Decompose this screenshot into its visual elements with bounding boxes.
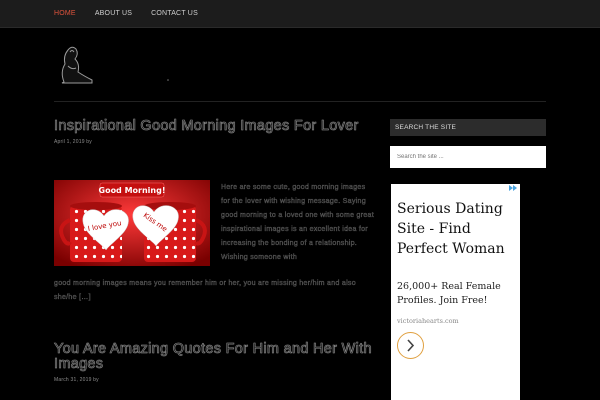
ad-url[interactable]: victoriahearts.com: [397, 317, 459, 325]
post-title[interactable]: You Are Amazing Quotes For Him and Her W…: [54, 341, 374, 372]
nav-item-about-us[interactable]: ABOUT US: [95, 0, 132, 27]
header-divider: [54, 101, 546, 102]
ad-choices-icon[interactable]: [508, 185, 518, 191]
nav-item-contact-us[interactable]: CONTACT US: [151, 0, 198, 27]
post-thumbnail[interactable]: Good Morning! I love you Kiss me: [54, 180, 210, 266]
nav-item-home[interactable]: HOME: [54, 0, 76, 27]
site-logo[interactable]: [56, 42, 170, 86]
post-title[interactable]: Inspirational Good Morning Images For Lo…: [54, 118, 374, 134]
post-meta: April 1, 2019 by: [54, 139, 92, 145]
search-widget-title: SEARCH THE SITE: [390, 119, 546, 136]
post-article: You Are Amazing Quotes For Him and Her W…: [54, 341, 374, 383]
post-excerpt-continued: good morning images means you remember h…: [54, 280, 356, 301]
ad-headline[interactable]: Serious Dating Site - Find Perfect Woman: [397, 199, 517, 259]
sidebar: SEARCH THE SITE: [390, 119, 546, 168]
search-input[interactable]: [390, 146, 546, 168]
top-navigation: HOME ABOUT US CONTACT US: [0, 0, 600, 28]
chevron-right-icon[interactable]: [397, 332, 424, 359]
post-excerpt: Here are some cute, good morning images …: [221, 184, 374, 261]
post-article: Inspirational Good Morning Images For Lo…: [54, 118, 374, 301]
post-meta: March 31, 2019 by: [54, 377, 99, 383]
advertisement[interactable]: Serious Dating Site - Find Perfect Woman…: [391, 184, 520, 400]
nav-menu: HOME ABOUT US CONTACT US: [54, 0, 217, 27]
ad-body: 26,000+ Real Female Profiles. Join Free!: [397, 281, 501, 306]
thumbnail-banner-text: Good Morning!: [99, 186, 166, 195]
